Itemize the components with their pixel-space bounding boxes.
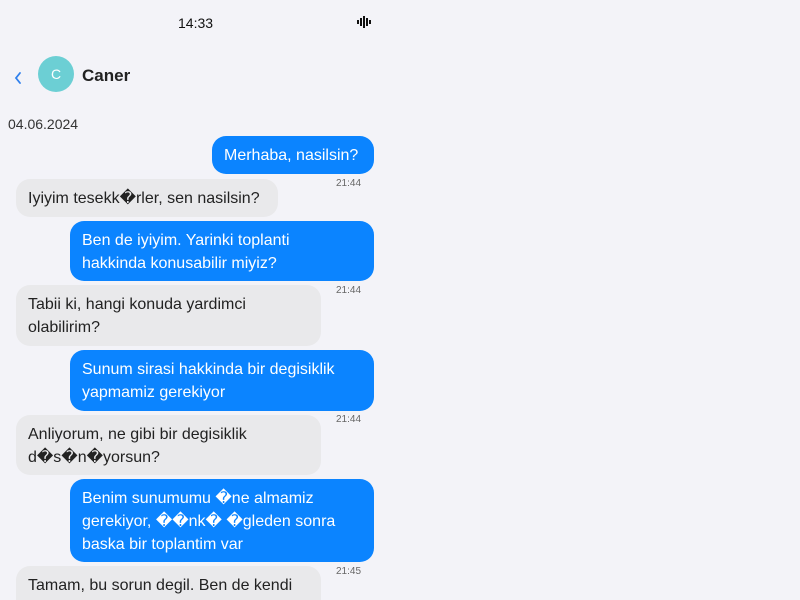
message-line: Iyiyim tesekk�rler, sen nasilsin? <box>28 190 260 207</box>
message-line: Sunum sirasi hakkinda bir degisiklik <box>82 361 335 378</box>
contact-name[interactable]: Caner <box>82 66 130 86</box>
message-line: Anliyorum, ne gibi bir degisiklik <box>28 426 247 443</box>
message-line: gerekiyor, ��nk� �gleden sonra <box>82 513 336 530</box>
message-bubble-outgoing[interactable]: Ben de iyiyim. Yarinki toplanti hakkinda… <box>70 221 374 281</box>
status-time: 14:33 <box>178 15 214 31</box>
message-line: Tabii ki, hangi konuda yardimci <box>28 296 246 313</box>
message-bubble-incoming[interactable]: Tabii ki, hangi konuda yardimci olabilir… <box>16 285 321 346</box>
signal-icon <box>357 15 373 33</box>
message-line: hakkinda konusabilir miyiz? <box>82 255 277 272</box>
date-separator: 04.06.2024 <box>8 116 79 132</box>
avatar[interactable]: C <box>38 56 74 92</box>
message-timestamp: 21:44 <box>336 414 362 425</box>
message-line: Benim sunumumu �ne almamiz <box>82 490 314 507</box>
back-icon[interactable] <box>12 68 30 88</box>
chat-header: C Caner <box>0 50 390 100</box>
message-bubble-outgoing[interactable]: Benim sunumumu �ne almamiz gerekiyor, ��… <box>70 479 374 562</box>
message-timestamp: 21:45 <box>336 566 362 577</box>
message-bubble-incoming[interactable]: Iyiyim tesekk�rler, sen nasilsin? <box>16 179 278 217</box>
message-line: d�s�n�yorsun? <box>28 449 160 466</box>
status-bar: 14:33 <box>0 0 390 44</box>
message-bubble-incoming[interactable]: Tamam, bu sorun degil. Ben de kendi <box>16 566 321 600</box>
message-bubble-outgoing[interactable]: Merhaba, nasilsin? <box>212 136 374 174</box>
message-bubble-incoming[interactable]: Anliyorum, ne gibi bir degisiklik d�s�n�… <box>16 415 321 475</box>
message-timestamp: 21:44 <box>336 178 362 189</box>
message-bubble-outgoing[interactable]: Sunum sirasi hakkinda bir degisiklik yap… <box>70 350 374 411</box>
message-timestamp: 21:44 <box>336 285 362 296</box>
message-line: olabilirim? <box>28 319 101 336</box>
message-line: Ben de iyiyim. Yarinki toplanti <box>82 232 290 249</box>
message-line: Tamam, bu sorun degil. Ben de kendi <box>28 577 293 594</box>
message-line: yapmamiz gerekiyor <box>82 384 226 401</box>
message-line: baska bir toplantim var <box>82 536 243 553</box>
message-line: Merhaba, nasilsin? <box>224 147 359 164</box>
